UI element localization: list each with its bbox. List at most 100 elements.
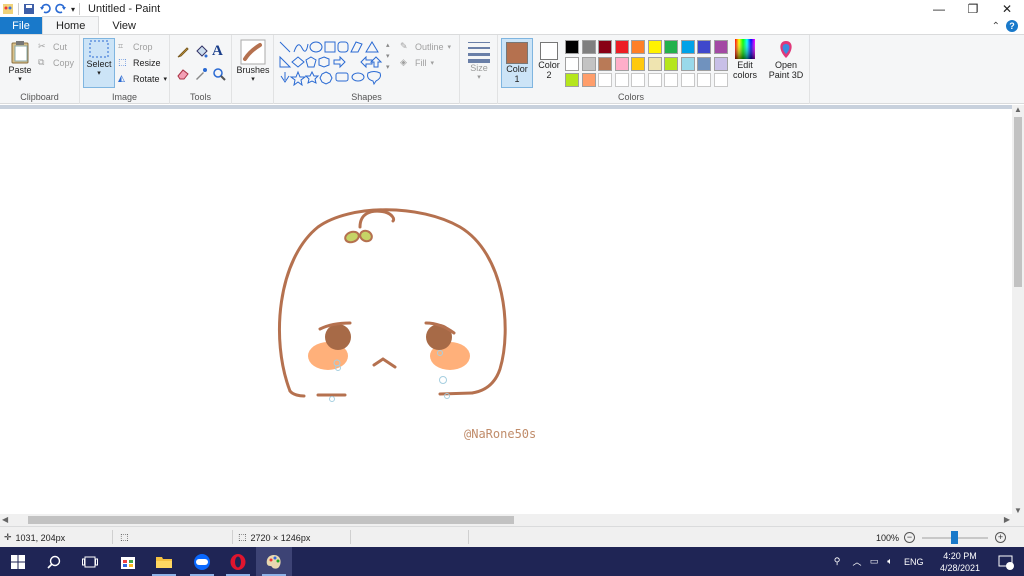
clock[interactable]: 4:20 PM 4/28/2021: [932, 550, 988, 574]
folder-icon: [156, 556, 172, 568]
custom-color-slot[interactable]: [647, 73, 662, 87]
save-icon[interactable]: [23, 3, 35, 15]
color-swatch[interactable]: [598, 40, 612, 54]
tab-home[interactable]: Home: [42, 16, 100, 34]
color-swatch[interactable]: [581, 56, 596, 71]
color-swatch[interactable]: [631, 40, 645, 54]
color-swatch[interactable]: [713, 56, 728, 71]
zoom-out-icon[interactable]: −: [904, 532, 915, 543]
zoom-slider-thumb[interactable]: [951, 531, 958, 544]
watermark-text: @NaRone50s: [464, 427, 537, 441]
custom-color-slot[interactable]: [664, 73, 678, 87]
color-swatch[interactable]: [581, 73, 596, 87]
chin-line-right: [438, 391, 474, 396]
color-swatch[interactable]: [680, 40, 695, 54]
help-icon[interactable]: ?: [1006, 20, 1018, 32]
color-swatch[interactable]: [680, 56, 695, 71]
scroll-left-icon[interactable]: ◀: [2, 514, 8, 526]
action-center-button[interactable]: 1: [988, 547, 1024, 576]
task-view-button[interactable]: [72, 547, 108, 576]
pencil-icon[interactable]: [176, 45, 190, 59]
vertical-scrollbar[interactable]: ▲ ▼: [1012, 105, 1024, 515]
taskbar-opera[interactable]: [220, 547, 256, 576]
language-indicator[interactable]: ENG: [904, 557, 924, 567]
custom-color-slot[interactable]: [631, 73, 645, 87]
copy-button[interactable]: ⧉ Copy: [38, 57, 74, 68]
taskbar-paint[interactable]: [256, 547, 292, 576]
undo-icon[interactable]: [39, 3, 51, 15]
minimize-button[interactable]: —: [922, 0, 956, 18]
customize-qa-icon[interactable]: ▾: [71, 5, 75, 14]
color-swatch[interactable]: [614, 40, 629, 54]
color1-button[interactable]: Color 1: [501, 38, 533, 88]
collapse-ribbon-icon[interactable]: ⌃: [992, 21, 1000, 32]
color-swatch[interactable]: [565, 56, 579, 71]
custom-color-slot[interactable]: [680, 73, 695, 87]
color-swatch[interactable]: [664, 40, 678, 54]
redo-icon[interactable]: [55, 3, 67, 15]
taskbar-file-explorer[interactable]: [146, 547, 182, 576]
scroll-right-icon[interactable]: ▶: [1004, 514, 1010, 526]
cursor-position-text: 1031, 204px: [15, 532, 66, 543]
restore-button[interactable]: ❐: [956, 0, 990, 18]
open-paint3d-button[interactable]: Open Paint 3D: [766, 38, 806, 80]
canvas-size-icon: ⬚: [238, 532, 247, 542]
shapes-scroll[interactable]: ▴ ▾ ▾: [386, 40, 390, 73]
fill-button[interactable]: ◈ Fill ▾: [400, 57, 434, 68]
fill-bucket-icon[interactable]: [194, 45, 208, 59]
tab-view[interactable]: View: [99, 17, 149, 34]
color-swatch[interactable]: [713, 40, 728, 54]
color-swatch[interactable]: [664, 56, 678, 71]
search-button[interactable]: [36, 547, 72, 576]
custom-color-slot[interactable]: [598, 73, 612, 87]
eraser-icon[interactable]: [176, 67, 190, 81]
people-icon[interactable]: ⚲: [828, 556, 846, 567]
taskbar-app-store[interactable]: [110, 547, 146, 576]
scroll-up-icon[interactable]: ▲: [1012, 105, 1024, 114]
color-swatch[interactable]: [697, 56, 711, 71]
paste-icon: [11, 41, 29, 64]
cut-button[interactable]: ✂ Cut: [38, 41, 67, 52]
color-swatch[interactable]: [647, 40, 662, 54]
brushes-button[interactable]: Brushes ▾: [235, 39, 271, 83]
taskbar-zalo[interactable]: [184, 547, 220, 576]
size-button[interactable]: Size ▾: [464, 39, 494, 81]
color-swatch[interactable]: [565, 73, 579, 87]
color-swatch[interactable]: [631, 56, 645, 71]
magnifier-icon[interactable]: [212, 67, 226, 81]
color-swatch[interactable]: [565, 40, 579, 54]
battery-icon[interactable]: ▭: [866, 556, 882, 567]
color-picker-icon[interactable]: [194, 67, 208, 81]
custom-color-slot[interactable]: [697, 73, 711, 87]
outline-button[interactable]: ✎ Outline ▾: [400, 41, 451, 52]
custom-color-slot[interactable]: [713, 73, 728, 87]
text-tool-icon[interactable]: A: [212, 43, 223, 60]
resize-button[interactable]: ⬚ Resize: [118, 57, 161, 68]
drawing-canvas[interactable]: [0, 109, 1012, 515]
start-button[interactable]: [0, 547, 36, 576]
custom-color-slot[interactable]: [614, 73, 629, 87]
paste-button[interactable]: Paste ▾: [6, 39, 34, 83]
zoom-in-icon[interactable]: +: [995, 532, 1006, 543]
color-swatch[interactable]: [598, 56, 612, 71]
color-swatch[interactable]: [581, 40, 596, 54]
shapes-gallery[interactable]: [278, 40, 390, 86]
rotate-button[interactable]: ◭ Rotate ▾: [118, 73, 167, 84]
close-button[interactable]: ✕: [990, 0, 1024, 18]
select-button[interactable]: Select ▾: [83, 38, 115, 88]
vertical-scroll-thumb[interactable]: [1014, 117, 1022, 287]
color2-button[interactable]: Color 2: [536, 38, 562, 80]
color-swatch[interactable]: [647, 56, 662, 71]
resize-label: Resize: [133, 57, 161, 68]
tear-3: [329, 396, 335, 402]
volume-icon[interactable]: 🔈︎: [882, 556, 898, 567]
color-swatch[interactable]: [614, 56, 629, 71]
horizontal-scrollbar[interactable]: ◀ ▶: [0, 514, 1012, 526]
horizontal-scroll-thumb[interactable]: [28, 516, 514, 524]
tab-file[interactable]: File: [0, 17, 42, 34]
taskbar: ⚲ ︿ ▭ 🔈︎ ENG 4:20 PM 4/28/2021 1: [0, 547, 1024, 576]
edit-colors-button[interactable]: Edit colors: [730, 38, 760, 80]
color-swatch[interactable]: [697, 40, 711, 54]
show-hidden-icons[interactable]: ︿: [848, 555, 866, 568]
crop-button[interactable]: ⌗ Crop: [118, 41, 153, 52]
